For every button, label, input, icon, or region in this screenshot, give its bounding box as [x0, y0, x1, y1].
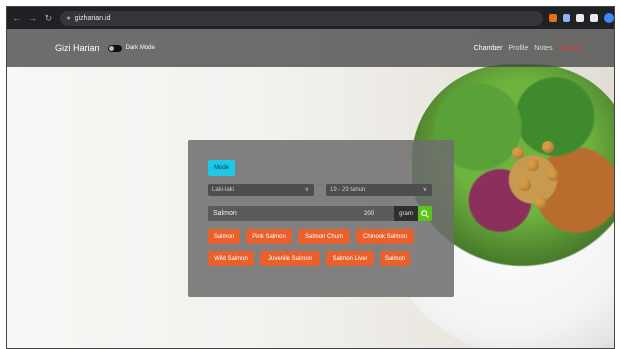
suggestion-chip[interactable]: Salmon Liver	[326, 251, 374, 266]
suggestion-chip[interactable]: Salmon	[208, 229, 240, 244]
nutrition-search-panel: Mode Laki-laki ∨ 19 - 29 tahun ∨ Salmon …	[188, 140, 454, 297]
suggestion-chip[interactable]: Pink Salmon	[246, 229, 292, 244]
chickpea-decoration	[519, 179, 531, 191]
dark-mode-toggle[interactable]	[107, 44, 122, 52]
chickpea-decoration	[542, 141, 554, 153]
suggestion-chip[interactable]: Wild Salmon	[208, 251, 254, 266]
sidebar-icon[interactable]	[590, 14, 599, 22]
age-select-value: 19 - 29 tahun	[330, 187, 366, 193]
suggestion-chip[interactable]: Salmon Chum	[298, 229, 350, 244]
browser-toolbar: ← → ↻ ● gizharian.id	[7, 7, 614, 29]
address-bar[interactable]: ● gizharian.id	[60, 10, 543, 26]
suggestion-chip[interactable]: Salmon	[380, 251, 410, 266]
suggestion-chip[interactable]: Juvenile Salmon	[260, 251, 320, 266]
chickpea-decoration	[547, 169, 559, 181]
page-content: Gizi Harian Dark Mode Chamber Profile No…	[7, 29, 614, 348]
nav-links: Chamber Profile Notes Logout	[474, 45, 580, 52]
extension-icon-1[interactable]	[548, 14, 557, 22]
chickpea-decoration	[535, 197, 547, 209]
back-icon[interactable]: ←	[11, 13, 23, 23]
nav-link-notes[interactable]: Notes	[534, 45, 552, 52]
site-info-icon[interactable]: ●	[66, 15, 70, 22]
chevron-down-icon: ∨	[304, 187, 309, 193]
browser-window: ← → ↻ ● gizharian.id Gizi Harian Dark Mo…	[6, 6, 615, 349]
brand-title[interactable]: Gizi Harian	[55, 43, 100, 53]
extensions-puzzle-icon[interactable]	[576, 14, 585, 22]
search-icon	[421, 209, 429, 218]
suggestion-chip[interactable]: Chinook Salmon	[356, 229, 414, 244]
search-button[interactable]	[418, 206, 432, 221]
nav-link-profile[interactable]: Profile	[508, 45, 528, 52]
chickpea-decoration	[512, 147, 524, 159]
gender-select-value: Laki-laki	[212, 187, 235, 193]
chevron-down-icon: ∨	[422, 187, 427, 193]
extension-icon-2[interactable]	[562, 14, 571, 22]
dark-mode-label: Dark Mode	[125, 45, 155, 51]
reload-icon[interactable]: ↻	[43, 13, 55, 24]
url-text: gizharian.id	[74, 14, 111, 22]
mode-button[interactable]: Mode	[208, 160, 235, 176]
food-search-input[interactable]: Salmon	[208, 206, 358, 221]
chickpea-decoration	[527, 159, 539, 171]
gender-select[interactable]: Laki-laki ∨	[208, 184, 314, 196]
profile-avatar-icon[interactable]	[604, 13, 614, 23]
forward-icon[interactable]: →	[27, 13, 39, 23]
nav-link-chamber[interactable]: Chamber	[474, 45, 503, 52]
nav-link-logout[interactable]: Logout	[559, 45, 580, 52]
quantity-input[interactable]: 200	[358, 206, 394, 221]
age-select[interactable]: 19 - 29 tahun ∨	[326, 184, 432, 196]
navbar: Gizi Harian Dark Mode Chamber Profile No…	[7, 29, 614, 67]
unit-label: gram	[394, 206, 418, 221]
